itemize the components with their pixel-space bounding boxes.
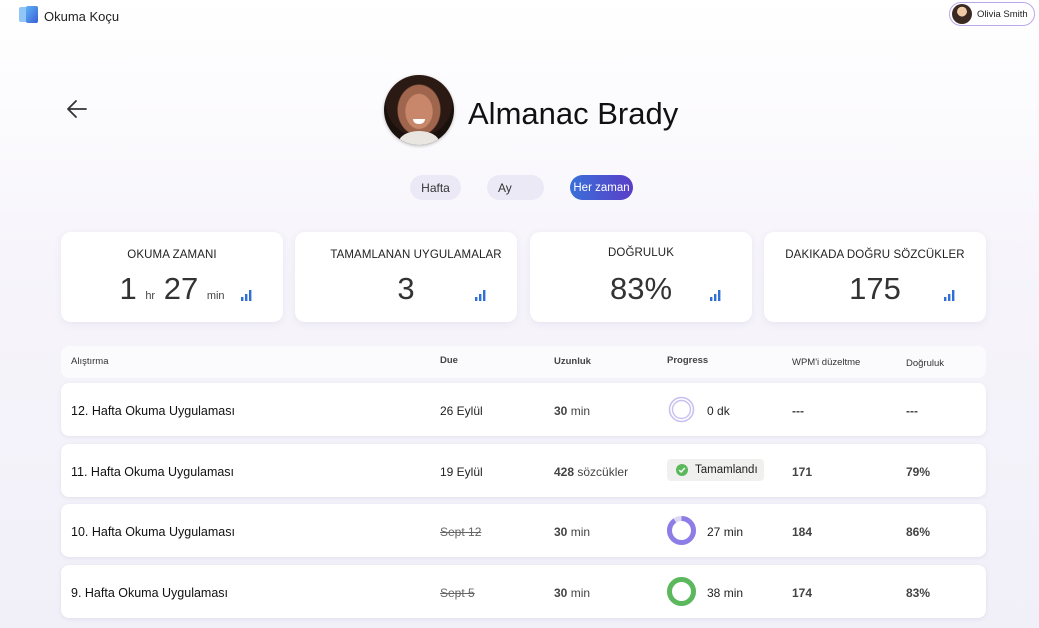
column-header-due[interactable]: Due	[440, 355, 458, 366]
bar-chart-icon[interactable]	[944, 290, 955, 301]
wpm-value: 174	[792, 586, 813, 600]
user-name: Olivia Smith	[977, 8, 1028, 20]
length: 30 min	[554, 586, 591, 600]
due-date: 26 Eylül	[440, 404, 483, 418]
filter-month-tab[interactable]: Ay	[487, 175, 544, 200]
bar-chart-icon[interactable]	[710, 290, 721, 301]
check-icon	[676, 464, 688, 476]
user-account-button[interactable]: Olivia Smith	[949, 2, 1035, 26]
filter-week-tab[interactable]: Hafta	[410, 175, 461, 200]
due-date: Sept 12	[440, 525, 482, 539]
accuracy-value: 86%	[906, 525, 931, 539]
filter-all-time-tab[interactable]: Her zaman	[570, 175, 633, 200]
accuracy-value: 79%	[906, 465, 931, 479]
progress-ring	[667, 577, 696, 606]
app-title: Okuma Koçu	[44, 9, 120, 24]
due-date: 19 Eylül	[440, 465, 483, 479]
back-arrow-icon[interactable]	[64, 96, 90, 122]
wpm-value: 171	[792, 465, 813, 479]
user-avatar	[952, 4, 972, 24]
bar-chart-icon[interactable]	[475, 290, 486, 301]
completed-label: Tamamlandı	[695, 464, 758, 476]
wpm-value: 184	[792, 525, 813, 539]
reading-hours: 1	[119, 271, 137, 306]
stat-label: DAKIKADA DOĞRU SÖZCÜKLER	[785, 249, 965, 261]
stat-label: OKUMA ZAMANI	[127, 249, 217, 261]
column-header-accuracy[interactable]: Doğruluk	[906, 358, 944, 369]
exercise-title: 11. Hafta Okuma Uygulaması	[71, 465, 235, 479]
stat-card-completed: TAMAMLANAN UYGULAMALAR 3	[295, 232, 517, 322]
student-name: Almanac Brady	[468, 96, 679, 131]
progress-text: 27 min	[707, 525, 744, 539]
table-row[interactable]: 9. Hafta Okuma Uygulaması Sept 5 30 min …	[61, 565, 986, 618]
column-header-length[interactable]: Uzunluk	[554, 356, 591, 367]
minutes-unit: min	[206, 290, 225, 302]
stat-value: 175	[849, 271, 901, 306]
table-row[interactable]: 12. Hafta Okuma Uygulaması 26 Eylül 30 m…	[61, 383, 986, 436]
completed-badge: Tamamlandı	[667, 459, 764, 481]
column-header-wpm[interactable]: WPM'i düzeltme	[792, 357, 860, 368]
app-logo-icon	[19, 6, 38, 23]
stat-card-accuracy: DOĞRULUK 83%	[530, 232, 752, 322]
progress-text: 38 min	[707, 586, 744, 600]
table-header: Alıştırma Due Uzunluk Progress WPM'i düz…	[61, 346, 986, 378]
student-avatar	[384, 75, 454, 145]
exercise-title: 9. Hafta Okuma Uygulaması	[71, 586, 229, 600]
accuracy-value: ---	[906, 404, 918, 418]
stat-label: TAMAMLANAN UYGULAMALAR	[330, 249, 502, 261]
top-bar: Okuma Koçu Olivia Smith	[0, 0, 1039, 34]
progress-ring	[667, 516, 696, 545]
progress-text: 0 dk	[707, 404, 730, 418]
exercise-title: 10. Hafta Okuma Uygulaması	[71, 525, 235, 539]
length: 428 sözcükler	[554, 465, 629, 479]
length: 30 min	[554, 404, 591, 418]
stat-value: 1 hr 27 min	[61, 271, 283, 307]
exercise-title: 12. Hafta Okuma Uygulaması	[71, 404, 235, 418]
length: 30 min	[554, 525, 591, 539]
stat-label: DOĞRULUK	[608, 247, 674, 259]
reading-minutes: 27	[163, 271, 199, 306]
table-row[interactable]: 11. Hafta Okuma Uygulaması 19 Eylül 428 …	[61, 444, 986, 497]
stat-value: 83%	[609, 271, 673, 306]
stat-value: 3	[397, 271, 415, 306]
column-header-exercise[interactable]: Alıştırma	[71, 356, 108, 367]
progress-ring	[668, 396, 695, 423]
bar-chart-icon[interactable]	[241, 290, 252, 301]
stat-card-reading-time: OKUMA ZAMANI 1 hr 27 min	[61, 232, 283, 322]
due-date: Sept 5	[440, 586, 475, 600]
table-row[interactable]: 10. Hafta Okuma Uygulaması Sept 12 30 mi…	[61, 504, 986, 557]
stat-card-wcpm: DAKIKADA DOĞRU SÖZCÜKLER 175	[764, 232, 986, 322]
hours-unit: hr	[145, 290, 156, 302]
column-header-progress[interactable]: Progress	[667, 355, 708, 366]
wpm-value: ---	[792, 404, 804, 418]
accuracy-value: 83%	[906, 586, 931, 600]
